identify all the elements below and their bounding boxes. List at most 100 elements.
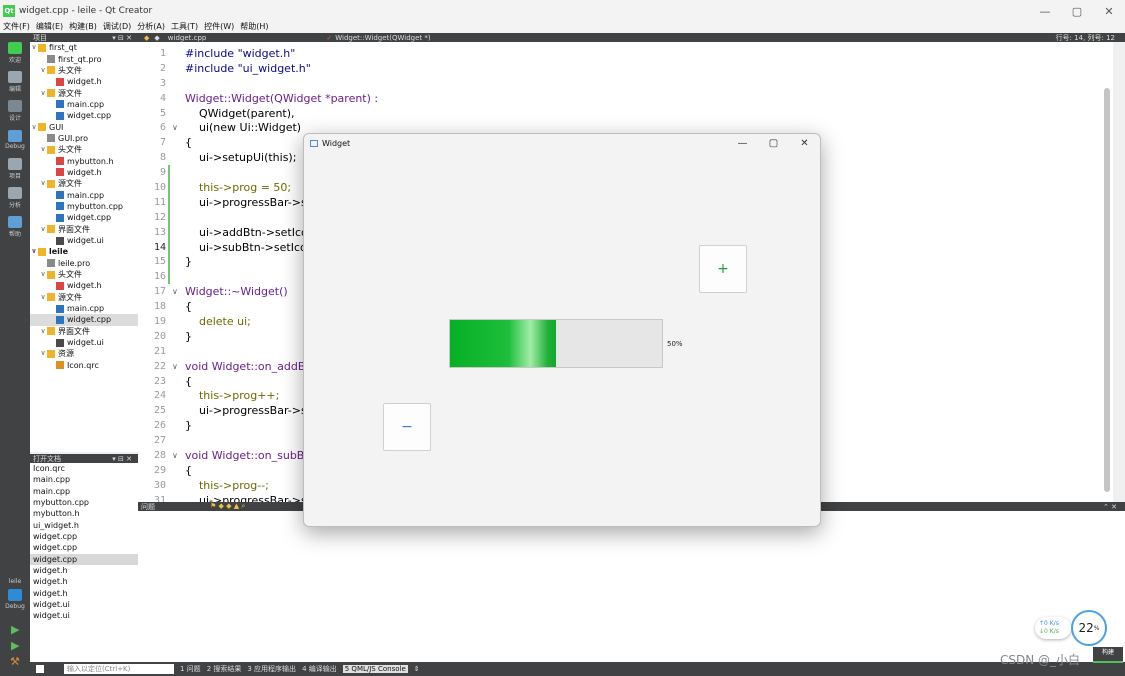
widget-maximize-icon[interactable]: ▢ bbox=[758, 134, 789, 152]
mode-0[interactable]: 欢迎 bbox=[0, 39, 30, 67]
fold-marker-icon[interactable] bbox=[172, 106, 180, 121]
mode-6[interactable]: 帮助 bbox=[0, 213, 30, 241]
mode-2[interactable]: 设计 bbox=[0, 97, 30, 125]
open-docs-tools-icon[interactable]: ▾ ⊟ ✕ bbox=[112, 455, 132, 463]
sub-button[interactable]: − bbox=[383, 403, 431, 451]
kit-selector-icon[interactable] bbox=[8, 589, 22, 601]
expand-arrow-icon[interactable]: ∨ bbox=[39, 269, 47, 280]
run-icon[interactable]: ▶ bbox=[11, 623, 19, 636]
fold-marker-icon[interactable] bbox=[172, 150, 180, 165]
fold-marker-icon[interactable] bbox=[172, 254, 180, 269]
nav-forward-icon[interactable]: ◆ bbox=[154, 34, 159, 42]
tree-item[interactable]: first_qt.pro bbox=[30, 53, 138, 64]
open-doc-item[interactable]: ui_widget.h bbox=[30, 520, 138, 531]
maximize-icon[interactable]: ▢ bbox=[1061, 0, 1093, 22]
tree-item[interactable]: ∨ 头文件 bbox=[30, 269, 138, 280]
fold-marker-icon[interactable] bbox=[172, 478, 180, 493]
expand-arrow-icon[interactable]: ∨ bbox=[39, 88, 47, 99]
tree-item[interactable]: Icon.qrc bbox=[30, 360, 138, 371]
tree-item[interactable]: main.cpp bbox=[30, 189, 138, 200]
fold-marker-icon[interactable] bbox=[172, 76, 180, 91]
fold-marker-icon[interactable] bbox=[172, 493, 180, 502]
tree-item[interactable]: ∨ 源文件 bbox=[30, 87, 138, 98]
tree-item[interactable]: ∨ 界面文件 bbox=[30, 224, 138, 235]
issues-filter-icons[interactable]: ⚑ ◆ ◆ ▲ ⌕ bbox=[210, 502, 245, 511]
expand-arrow-icon[interactable]: ∨ bbox=[39, 348, 47, 359]
open-doc-item[interactable]: widget.h bbox=[30, 588, 138, 599]
mode-4[interactable]: 项目 bbox=[0, 155, 30, 183]
minimize-icon[interactable]: — bbox=[1029, 0, 1061, 22]
fold-marker-icon[interactable]: ∨ bbox=[172, 448, 180, 463]
tree-item[interactable]: widget.ui bbox=[30, 337, 138, 348]
mode-1[interactable]: 编辑 bbox=[0, 68, 30, 96]
expand-arrow-icon[interactable]: ∨ bbox=[39, 144, 47, 155]
fold-marker-icon[interactable] bbox=[172, 91, 180, 106]
fold-marker-icon[interactable]: ∨ bbox=[172, 284, 180, 299]
mode-5[interactable]: 分析 bbox=[0, 184, 30, 212]
menu-debug[interactable]: 调试(D) bbox=[100, 22, 134, 33]
tree-item[interactable]: ∨ 源文件 bbox=[30, 292, 138, 303]
current-file-label[interactable]: widget.cpp bbox=[168, 34, 207, 42]
expand-arrow-icon[interactable]: ∨ bbox=[30, 246, 38, 257]
open-doc-item[interactable]: mybutton.cpp bbox=[30, 497, 138, 508]
fold-marker-icon[interactable] bbox=[172, 61, 180, 76]
open-doc-item[interactable]: widget.cpp bbox=[30, 553, 138, 566]
nav-back-icon[interactable]: ◆ bbox=[144, 34, 149, 42]
menu-edit[interactable]: 编辑(E) bbox=[33, 22, 66, 33]
close-icon[interactable]: ✕ bbox=[1093, 0, 1125, 22]
menu-help[interactable]: 帮助(H) bbox=[237, 22, 271, 33]
debug-run-icon[interactable]: ▶ bbox=[11, 639, 19, 652]
fold-marker-icon[interactable] bbox=[172, 225, 180, 240]
fold-marker-icon[interactable] bbox=[172, 299, 180, 314]
tree-item[interactable]: widget.ui bbox=[30, 235, 138, 246]
fold-marker-icon[interactable] bbox=[172, 388, 180, 403]
expand-arrow-icon[interactable]: ∨ bbox=[39, 326, 47, 337]
fold-marker-icon[interactable] bbox=[172, 418, 180, 433]
tree-item[interactable]: widget.cpp bbox=[30, 110, 138, 121]
fold-marker-icon[interactable] bbox=[172, 210, 180, 225]
expand-arrow-icon[interactable]: ∨ bbox=[39, 224, 47, 235]
open-doc-item[interactable]: widget.cpp bbox=[30, 531, 138, 542]
tree-item[interactable]: ∨ 源文件 bbox=[30, 178, 138, 189]
widget-minimize-icon[interactable]: — bbox=[727, 134, 758, 152]
menu-analyze[interactable]: 分析(A) bbox=[134, 22, 168, 33]
symbol-selector[interactable]: Widget::Widget(QWidget *) bbox=[335, 34, 430, 42]
tree-item[interactable]: leile.pro bbox=[30, 258, 138, 269]
locator-input[interactable]: 输入以定位(Ctrl+K) bbox=[64, 664, 174, 674]
menu-build[interactable]: 构建(B) bbox=[66, 22, 100, 33]
tree-item[interactable]: GUI.pro bbox=[30, 133, 138, 144]
fold-marker-icon[interactable] bbox=[172, 135, 180, 150]
tree-item[interactable]: main.cpp bbox=[30, 303, 138, 314]
fold-marker-icon[interactable] bbox=[172, 329, 180, 344]
open-doc-item[interactable]: widget.cpp bbox=[30, 542, 138, 553]
expand-arrow-icon[interactable]: ∨ bbox=[39, 178, 47, 189]
build-hammer-icon[interactable]: ⚒ bbox=[10, 655, 20, 668]
tree-item[interactable]: widget.cpp bbox=[30, 212, 138, 223]
toggle-sidebar-icon[interactable] bbox=[36, 665, 44, 673]
tree-item[interactable]: widget.cpp bbox=[30, 314, 138, 326]
fold-marker-icon[interactable] bbox=[172, 374, 180, 389]
panel-collapse-icon[interactable]: ⌃ ✕ bbox=[1103, 503, 1117, 511]
fold-marker-icon[interactable] bbox=[172, 46, 180, 61]
open-doc-item[interactable]: widget.h bbox=[30, 565, 138, 576]
fold-marker-icon[interactable] bbox=[172, 195, 180, 210]
tree-item[interactable]: ∨ 界面文件 bbox=[30, 326, 138, 337]
fold-marker-icon[interactable] bbox=[172, 165, 180, 180]
fold-marker-icon[interactable] bbox=[172, 240, 180, 255]
fold-marker-icon[interactable] bbox=[172, 314, 180, 329]
tree-item[interactable]: ∨ 头文件 bbox=[30, 144, 138, 155]
fold-marker-icon[interactable] bbox=[172, 403, 180, 418]
fold-marker-icon[interactable] bbox=[172, 180, 180, 195]
tree-item[interactable]: main.cpp bbox=[30, 99, 138, 110]
tree-item[interactable]: mybutton.h bbox=[30, 155, 138, 166]
tree-item[interactable]: ∨ first_qt bbox=[30, 42, 138, 53]
menu-tools[interactable]: 工具(T) bbox=[168, 22, 201, 33]
output-tabs-menu-icon[interactable]: ⇕ bbox=[414, 665, 420, 673]
open-doc-item[interactable]: main.cpp bbox=[30, 474, 138, 485]
open-doc-item[interactable]: widget.ui bbox=[30, 599, 138, 610]
fold-marker-icon[interactable] bbox=[172, 433, 180, 448]
cpu-usage-widget[interactable]: 22% bbox=[1071, 610, 1107, 646]
panel-tools-icon[interactable]: ▾ ⊟ ✕ bbox=[112, 34, 132, 42]
tree-item[interactable]: ∨ 资源 bbox=[30, 348, 138, 359]
expand-arrow-icon[interactable]: ∨ bbox=[39, 65, 47, 76]
